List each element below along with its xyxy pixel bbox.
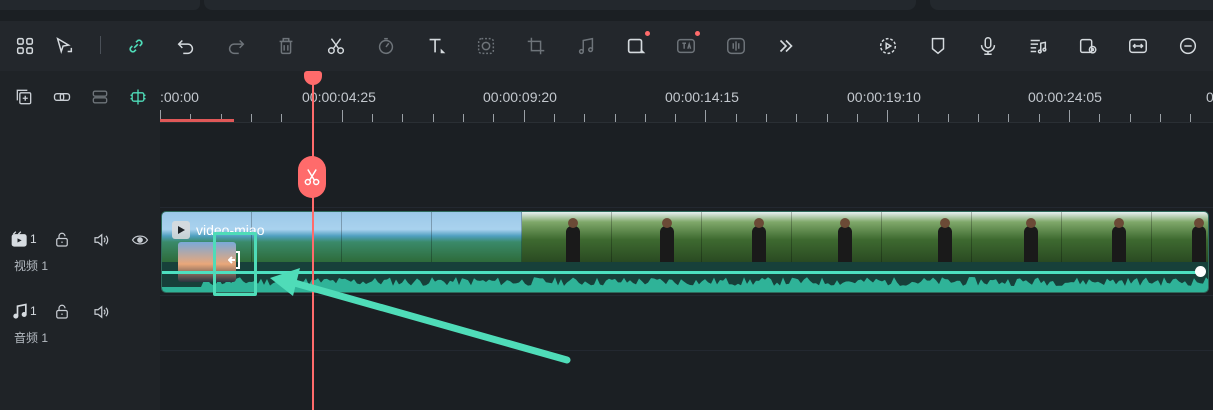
annotation-arrow xyxy=(270,268,571,364)
